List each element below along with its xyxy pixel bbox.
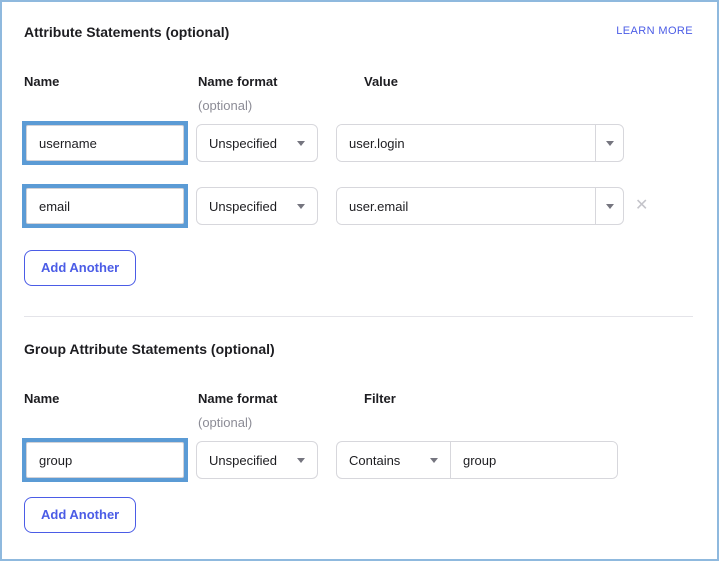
group-attribute-statements-section: Group Attribute Statements (optional) Na… — [2, 317, 717, 533]
caret-down-icon — [605, 140, 614, 146]
column-header-value: Value — [364, 74, 398, 89]
caret-down-icon — [297, 140, 305, 146]
value-combobox — [336, 124, 624, 162]
name-input-highlight — [22, 438, 188, 482]
group-column-headers: Name Name format (optional) Filter — [24, 391, 693, 430]
value-dropdown-toggle[interactable] — [595, 125, 623, 161]
column-header-name: Name — [24, 391, 60, 406]
name-format-select[interactable]: Unspecified — [196, 124, 318, 162]
name-format-label: Name format — [198, 391, 278, 406]
attribute-name-input[interactable] — [26, 125, 184, 161]
attribute-value-input[interactable] — [337, 125, 595, 161]
filter-type-selected-value: Contains — [349, 452, 401, 468]
caret-down-icon — [297, 457, 305, 463]
name-format-selected-value: Unspecified — [209, 135, 277, 151]
name-format-selected-value: Unspecified — [209, 452, 277, 468]
name-format-optional-hint: (optional) — [198, 98, 253, 113]
filter-type-select[interactable]: Contains — [337, 442, 451, 478]
name-input-highlight — [22, 184, 188, 228]
add-another-button[interactable]: Add Another — [24, 250, 137, 286]
attribute-value-input[interactable] — [337, 188, 595, 224]
group-attribute-statements-title: Group Attribute Statements (optional) — [24, 341, 275, 357]
column-headers: Name Name format (optional) Value — [24, 74, 693, 113]
name-input-highlight — [22, 121, 188, 165]
column-header-name: Name — [24, 74, 60, 89]
column-header-name-format: Name format (optional) — [198, 391, 364, 430]
group-attribute-row: Unspecified Contains — [22, 438, 693, 482]
name-format-select[interactable]: Unspecified — [196, 441, 318, 479]
name-format-label: Name format — [198, 74, 278, 89]
column-header-name-format: Name format (optional) — [198, 74, 364, 113]
attribute-row-email: Unspecified ✕ — [22, 184, 693, 228]
caret-down-icon — [297, 203, 305, 209]
caret-down-icon — [430, 457, 438, 463]
attribute-statements-panel: Attribute Statements (optional) LEARN MO… — [0, 0, 719, 561]
caret-down-icon — [605, 203, 614, 209]
value-dropdown-toggle[interactable] — [595, 188, 623, 224]
group-name-input[interactable] — [26, 442, 184, 478]
name-format-optional-hint: (optional) — [198, 415, 253, 430]
name-format-selected-value: Unspecified — [209, 198, 277, 214]
name-format-select[interactable]: Unspecified — [196, 187, 318, 225]
attribute-statements-title: Attribute Statements (optional) — [24, 24, 230, 40]
section-header: Attribute Statements (optional) LEARN MO… — [24, 24, 693, 40]
value-combobox — [336, 187, 624, 225]
learn-more-link[interactable]: LEARN MORE — [616, 24, 693, 38]
attribute-name-input[interactable] — [26, 188, 184, 224]
attribute-statements-section: Attribute Statements (optional) LEARN MO… — [2, 2, 717, 286]
add-another-button[interactable]: Add Another — [24, 497, 137, 533]
column-header-filter: Filter — [364, 391, 396, 406]
filter-value-input[interactable] — [451, 442, 617, 478]
attribute-row-username: Unspecified — [22, 121, 693, 165]
remove-row-icon[interactable]: ✕ — [635, 198, 648, 214]
filter-control: Contains — [336, 441, 618, 479]
